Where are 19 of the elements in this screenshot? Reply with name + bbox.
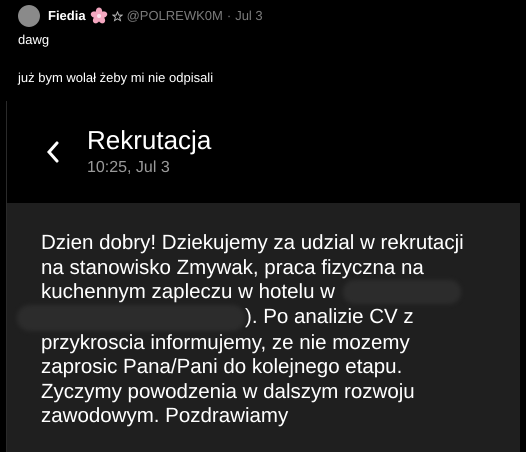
avatar[interactable]	[18, 5, 40, 27]
post-date: Jul 3	[235, 7, 263, 26]
message-text: na stanowisko Zmywak, praca fizyczna na	[41, 256, 424, 280]
author-handle[interactable]: @POLREWK0M	[126, 6, 223, 26]
separator-dot: ·	[226, 7, 232, 26]
post-text: już bym wolał żeby mi nie odpisali	[18, 68, 214, 87]
message-text: Dzien dobry! Dziekujemy za udzial w rekrutacji	[41, 231, 464, 256]
message-text: zaprosic Pana/Pani do kolejnego etapu.	[41, 355, 402, 380]
flower-icon	[90, 7, 108, 25]
message-text: ). Po analizie CV z	[245, 305, 414, 330]
conversation-title: Rekrutacja	[87, 124, 212, 156]
post-text: dawg	[18, 31, 50, 49]
message-time: 10:25, Jul 3	[87, 158, 171, 178]
star-icon	[112, 10, 123, 22]
message-text: Zyczymy powodzenia w dalszym rozwoju	[41, 380, 415, 404]
message-text: kuchennym zapleczu w hotelu w	[41, 280, 335, 304]
message-text: przykroscia informujemy, ze nie mozemy	[41, 330, 410, 355]
message-text: zawodowym. Pozdrawiamy	[41, 404, 288, 428]
author-name[interactable]: Fiedia	[48, 6, 86, 26]
